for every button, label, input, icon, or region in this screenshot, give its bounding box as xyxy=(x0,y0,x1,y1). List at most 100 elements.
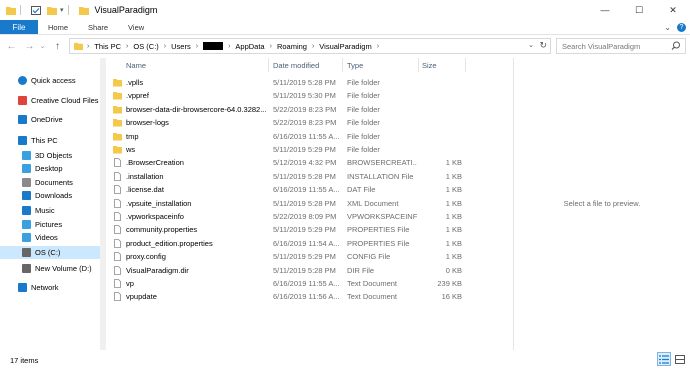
column-header-type[interactable]: Type xyxy=(347,58,417,72)
column-header-size[interactable]: Size xyxy=(422,58,462,72)
details-view-button[interactable] xyxy=(657,352,671,366)
column-divider[interactable] xyxy=(465,58,466,72)
forward-arrow-icon[interactable]: → xyxy=(23,38,36,54)
column-divider[interactable] xyxy=(342,58,343,72)
minimize-button[interactable]: — xyxy=(588,0,622,20)
tab-view[interactable]: View xyxy=(118,20,154,34)
breadcrumb-roaming[interactable]: Roaming xyxy=(277,42,307,51)
help-icon[interactable]: ? xyxy=(677,23,686,32)
file-row[interactable]: .BrowserCreation 5/12/2019 4:32 PM BROWSER… xyxy=(110,156,466,169)
breadcrumb-chevron-icon[interactable]: › xyxy=(228,43,230,50)
file-size: 1 KB xyxy=(445,212,462,221)
refresh-icon[interactable]: ↻ xyxy=(539,40,547,51)
sidebar-item-quick-access[interactable]: Quick access xyxy=(0,74,100,87)
breadcrumb-chevron-icon[interactable]: › xyxy=(377,43,379,50)
sidebar-item-desktop[interactable]: Desktop xyxy=(0,162,100,175)
file-name: vp xyxy=(126,279,134,288)
address-dropdown-icon[interactable]: ⌄ xyxy=(528,41,534,49)
sidebar-item-downloads[interactable]: Downloads xyxy=(0,189,100,202)
recent-locations-chevron-icon[interactable]: ⌄ xyxy=(36,38,49,54)
details-view-icon xyxy=(659,354,669,364)
column-divider[interactable] xyxy=(418,58,419,72)
tab-share[interactable]: Share xyxy=(78,20,118,34)
sidebar-item-creative-cloud-files[interactable]: Creative Cloud Files xyxy=(0,94,100,107)
tab-home[interactable]: Home xyxy=(38,20,78,34)
file-date-modified: 6/16/2019 11:56 A... xyxy=(273,292,340,301)
file-size: 1 KB xyxy=(445,239,462,248)
file-row[interactable]: .vpworkspaceinfo 5/22/2019 8:09 PM VPWORKS… xyxy=(110,210,466,223)
column-header-name[interactable]: Name xyxy=(126,58,271,72)
sidebar-item-onedrive[interactable]: OneDrive xyxy=(0,113,100,126)
file-type: File folder xyxy=(347,91,380,100)
file-size: 1 KB xyxy=(445,185,462,194)
folder-row[interactable]: browser-data-dir-browsercore-64.0.3282..… xyxy=(110,103,466,116)
expand-ribbon-icon[interactable]: ⌄ xyxy=(664,23,671,32)
sidebar-item-os-c[interactable]: OS (C:) xyxy=(0,246,100,259)
breadcrumb-chevron-icon[interactable]: › xyxy=(164,43,166,50)
breadcrumb-chevron-icon[interactable]: › xyxy=(270,43,272,50)
search-input[interactable]: Search VisualParadigm xyxy=(556,38,686,54)
sidebar-item-music[interactable]: Music xyxy=(0,204,100,217)
quick-access-dropdown-icon[interactable]: ▾ xyxy=(60,6,64,14)
file-row[interactable]: .installation 5/11/2019 5:28 PM INSTALLATI… xyxy=(110,170,466,183)
breadcrumb-appdata[interactable]: AppData xyxy=(235,42,264,51)
file-date-modified: 5/12/2019 4:32 PM xyxy=(273,158,337,167)
properties-check-icon[interactable] xyxy=(31,5,41,15)
sidebar-item-documents[interactable]: Documents xyxy=(0,176,100,189)
file-type: DIR File xyxy=(347,266,375,275)
file-row[interactable]: community.properties 5/11/2019 5:29 PM PRO… xyxy=(110,223,466,236)
folder-row[interactable]: tmp 6/16/2019 11:55 A... File folder xyxy=(110,130,466,143)
file-type: XML Document xyxy=(347,199,399,208)
sidebar-item-network[interactable]: Network xyxy=(0,281,100,294)
file-row[interactable]: vp 6/16/2019 11:55 A... Text Document 239 K… xyxy=(110,277,466,290)
breadcrumb-this-pc[interactable]: This PC xyxy=(94,42,121,51)
sidebar-item-pictures[interactable]: Pictures xyxy=(0,218,100,231)
item-count: 17 items xyxy=(10,355,39,365)
folder-row[interactable]: .vplls 5/11/2019 5:28 PM File folder xyxy=(110,76,466,89)
back-arrow-icon[interactable]: ← xyxy=(5,38,18,54)
file-row[interactable]: VisualParadigm.dir 5/11/2019 5:28 PM DIR F… xyxy=(110,264,466,277)
column-divider[interactable] xyxy=(268,58,269,72)
file-icon xyxy=(114,266,121,275)
separator xyxy=(67,5,69,15)
close-button[interactable]: ✕ xyxy=(656,0,690,20)
sidebar-item-label: Pictures xyxy=(35,220,63,229)
breadcrumb-chevron-icon[interactable]: › xyxy=(196,43,198,50)
new-folder-icon[interactable] xyxy=(47,6,57,15)
music-icon xyxy=(22,206,31,215)
file-row[interactable]: proxy.config 5/11/2019 5:29 PM CONFIG File… xyxy=(110,250,466,263)
sidebar-item-label: New Volume (D:) xyxy=(35,264,92,273)
breadcrumb-chevron-icon[interactable]: › xyxy=(312,43,314,50)
address-bar[interactable]: › This PC › OS (C:) › Users › › AppData … xyxy=(69,38,551,54)
sidebar-item-videos[interactable]: Videos xyxy=(0,231,100,244)
file-size: 16 KB xyxy=(441,292,462,301)
breadcrumb-visualparadigm[interactable]: VisualParadigm xyxy=(319,42,371,51)
breadcrumb-chevron-icon[interactable]: › xyxy=(126,43,128,50)
folder-row[interactable]: ws 5/11/2019 5:29 PM File folder xyxy=(110,143,466,156)
file-type: File folder xyxy=(347,118,380,127)
breadcrumb-os-c[interactable]: OS (C:) xyxy=(133,42,158,51)
file-row[interactable]: product_edition.properties 6/16/2019 11:5… xyxy=(110,237,466,250)
ribbon-right-controls: ⌄ ? xyxy=(664,20,686,35)
file-date-modified: 6/16/2019 11:55 A... xyxy=(273,279,340,288)
column-header-date[interactable]: Date modified xyxy=(273,58,343,72)
breadcrumb-chevron-icon[interactable]: › xyxy=(87,43,89,50)
file-date-modified: 5/11/2019 5:30 PM xyxy=(273,91,336,100)
file-row[interactable]: .license.dat 6/16/2019 11:55 A... DAT File… xyxy=(110,183,466,196)
folder-row[interactable]: browser-logs 5/22/2019 8:23 PM File folder xyxy=(110,116,466,129)
sidebar-item-this-pc[interactable]: This PC xyxy=(0,134,100,147)
sidebar-item-3d-objects[interactable]: 3D Objects xyxy=(0,149,100,162)
nav-scrollbar[interactable] xyxy=(100,58,106,350)
large-icons-view-button[interactable] xyxy=(673,352,687,366)
maximize-button[interactable]: ☐ xyxy=(622,0,656,20)
breadcrumb-redacted-username[interactable] xyxy=(203,42,224,50)
sidebar-item-new-volume-d[interactable]: New Volume (D:) xyxy=(0,262,100,275)
file-type: DAT File xyxy=(347,185,376,194)
breadcrumb-users[interactable]: Users xyxy=(171,42,191,51)
up-arrow-icon[interactable]: ↑ xyxy=(51,38,64,54)
folder-row[interactable]: .vppref 5/11/2019 5:30 PM File folder xyxy=(110,89,466,102)
file-row[interactable]: .vpsuite_installation 5/11/2019 5:28 PM XM… xyxy=(110,197,466,210)
file-icon xyxy=(114,225,121,234)
file-row[interactable]: vpupdate 6/16/2019 11:56 A... Text Documen… xyxy=(110,290,466,303)
tab-file[interactable]: File xyxy=(0,20,38,34)
